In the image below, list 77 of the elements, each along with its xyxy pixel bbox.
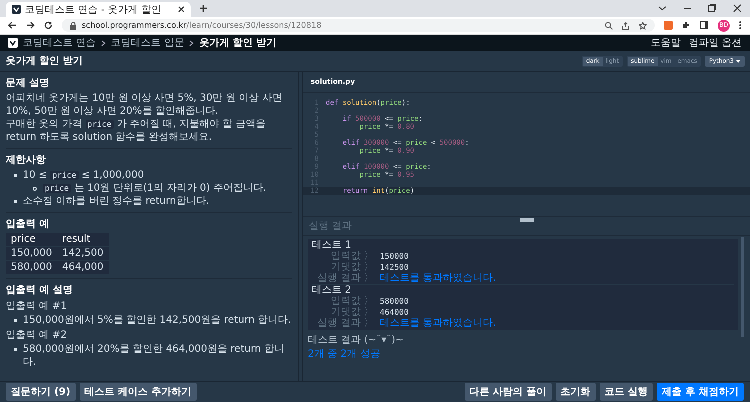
description-text: 어피치네 옷가게는 10만 원 이상 사면 5%, 30만 원 이상 사면 10%, 50만 원 이상 사면 20%를 할인해줍니다. — [6, 92, 284, 118]
action-button[interactable]: 초기화 — [556, 383, 596, 401]
result-value: 580000 — [380, 296, 409, 307]
test-title: 테스트 1 — [312, 240, 353, 251]
breadcrumb-link[interactable]: 코딩테스트 연습 — [23, 36, 96, 50]
new-tab-icon[interactable] — [199, 4, 208, 13]
restore-icon[interactable] — [708, 4, 717, 13]
forward-icon[interactable] — [26, 21, 35, 30]
breadcrumb-link[interactable]: 코딩테스트 입문 — [111, 36, 184, 50]
section-heading: 제한사항 — [6, 154, 47, 167]
test-title: 테스트 2 — [312, 285, 353, 296]
site-logo-icon[interactable] — [8, 38, 18, 48]
result-label: 기댓값 〉 — [330, 307, 375, 318]
bullet-icon — [14, 174, 17, 177]
back-icon[interactable] — [8, 21, 17, 30]
pass-message: 테스트를 통과하였습니다. — [380, 318, 496, 329]
explanation-text: 150,000원에서 5%를 할인한 142,500원을 return 합니다. — [23, 314, 292, 327]
close-icon[interactable] — [178, 6, 185, 13]
more-icon[interactable] — [739, 21, 742, 30]
result-value: 464000 — [380, 307, 409, 318]
table-cell: 142,500 — [57, 246, 109, 260]
bullet-icon — [14, 348, 17, 351]
table-cell: 150,000 — [6, 246, 58, 260]
nav-link[interactable]: 컴파일 옵션 — [688, 36, 742, 50]
action-button[interactable]: 다른 사람의 풀이 — [464, 383, 552, 401]
explanation-text: 580,000원에서 20%를 할인한 464,000원을 return 합니다. — [23, 343, 286, 369]
star-icon[interactable] — [639, 22, 647, 30]
zoom-icon[interactable] — [605, 22, 613, 30]
action-button[interactable]: 테스트 케이스 추가하기 — [80, 383, 197, 401]
action-button[interactable]: 질문하기 (9) — [6, 383, 76, 401]
result-label: 기댓값 〉 — [330, 262, 375, 273]
result-value: 150000 — [380, 251, 409, 262]
table-cell: 464,000 — [57, 260, 109, 274]
constraint-text: 10 ≤ price ≤ 1,000,000 — [23, 169, 146, 182]
action-button[interactable]: 코드 실행 — [600, 383, 654, 401]
result-heading: 실행 결과 — [309, 220, 352, 233]
description-text: 구매한 옷의 가격 price 가 주어질 때, 지불해야 할 금액을 return 하도록 solution 함수를 완성해보세요. — [6, 118, 267, 144]
result-value: 142500 — [380, 262, 409, 273]
section-heading: 입출력 예 설명 — [6, 284, 74, 297]
close-icon[interactable] — [733, 4, 742, 13]
example-title: 입출력 예 #1 — [6, 300, 68, 313]
chevron-right-icon[interactable] — [101, 40, 106, 46]
column-header: price — [6, 233, 58, 246]
lock-icon[interactable] — [70, 22, 77, 30]
section-heading: 문제 설명 — [6, 77, 50, 90]
browser-tab[interactable]: 코딩테스트 연습 - 옷가게 할인 — [6, 2, 191, 17]
summary-label: 테스트 결과 (~˘▾˘)~ — [308, 334, 405, 347]
chevron-right-icon[interactable] — [189, 40, 194, 46]
constraint-text: 소수점 이하를 버린 정수를 return합니다. — [23, 195, 210, 208]
nav-link[interactable]: 도움말 — [650, 36, 681, 50]
puzzle-icon[interactable] — [682, 21, 691, 30]
section-heading: 입출력 예 — [6, 218, 50, 231]
address-bar[interactable]: school.programmers.co.kr/learn/courses/30/lessons/120818 — [62, 19, 655, 32]
example-title: 입출력 예 #2 — [6, 329, 68, 342]
reload-icon[interactable] — [44, 21, 53, 30]
share-icon[interactable] — [622, 22, 630, 30]
breadcrumb-link[interactable]: 옷가게 할인 받기 — [199, 36, 276, 50]
caret-down-icon[interactable] — [736, 60, 741, 62]
chevron-down-icon[interactable] — [658, 4, 667, 13]
resize-handle[interactable] — [520, 218, 534, 222]
table-cell: 580,000 — [6, 260, 58, 274]
summary-text: 2개 중 2개 성공 — [308, 348, 382, 361]
result-label: 입력값 〉 — [330, 296, 375, 307]
column-header: result — [57, 233, 109, 246]
submit-button[interactable]: 제출 후 채점하기 — [657, 383, 744, 401]
result-label: 입력값 〉 — [330, 251, 375, 262]
circle-bullet-icon — [33, 187, 37, 191]
site-logo-icon[interactable] — [12, 5, 21, 14]
result-label: 실행 결과 〉 — [316, 273, 375, 284]
sidebar-icon[interactable] — [700, 21, 709, 30]
problem-title: 옷가게 할인 받기 — [6, 55, 83, 68]
result-label: 실행 결과 〉 — [316, 318, 375, 329]
bullet-icon — [14, 319, 17, 322]
constraint-text: price 는 10원 단위로(1의 자리가 0) 주어집니다. — [43, 182, 268, 195]
bullet-icon — [14, 200, 17, 203]
pass-message: 테스트를 통과하였습니다. — [380, 273, 496, 284]
scrollbar[interactable] — [741, 237, 744, 337]
